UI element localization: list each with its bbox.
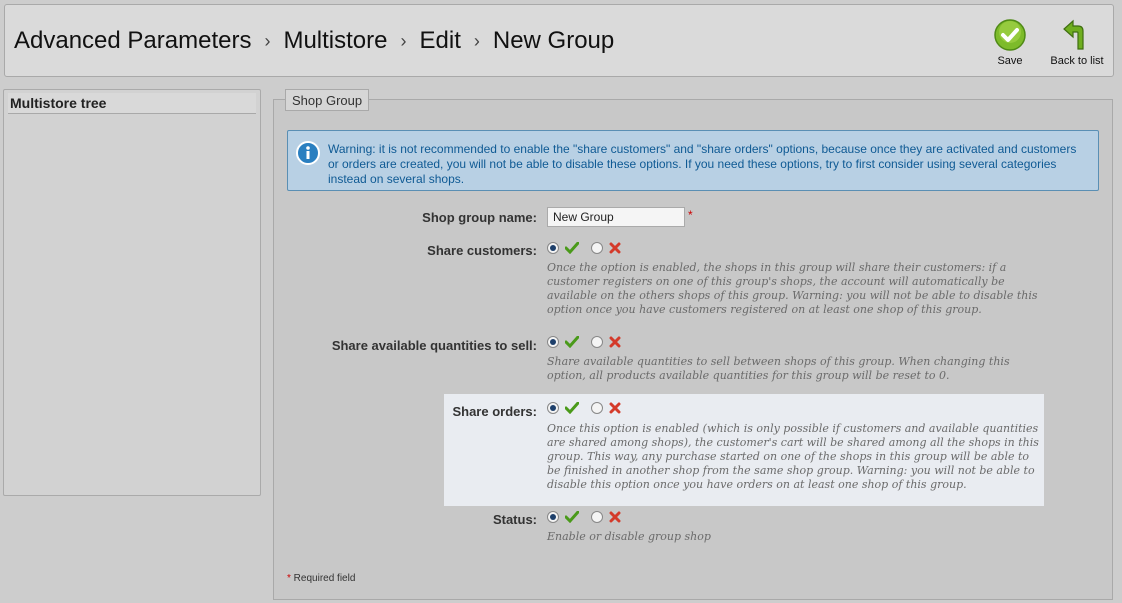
yes-check-icon bbox=[565, 402, 579, 414]
share-orders-label: Share orders: bbox=[452, 404, 537, 419]
warning-text: Warning: it is not recommended to enable… bbox=[328, 142, 1077, 186]
save-label: Save bbox=[997, 55, 1023, 67]
no-cross-icon bbox=[609, 402, 621, 414]
share-customers-radio-group bbox=[547, 242, 633, 254]
shop-group-name-label: Shop group name: bbox=[422, 210, 537, 225]
share-customers-label: Share customers: bbox=[427, 243, 537, 258]
back-arrow-icon bbox=[1063, 19, 1084, 50]
status-help: Enable or disable group shop bbox=[547, 530, 711, 543]
multistore-tree-panel: Multistore tree bbox=[3, 89, 261, 496]
share-quantities-no-radio[interactable] bbox=[591, 336, 603, 348]
share-orders-help: Once this option is enabled (which is on… bbox=[547, 422, 1039, 491]
breadcrumb-item[interactable]: Edit bbox=[420, 27, 461, 55]
breadcrumb-item[interactable]: Advanced Parameters bbox=[14, 27, 251, 55]
check-circle-icon bbox=[994, 19, 1026, 51]
status-label: Status: bbox=[492, 512, 537, 527]
required-mark: * bbox=[688, 208, 693, 222]
share-customers-help: Once the option is enabled, the shops in… bbox=[547, 261, 1038, 316]
back-label: Back to list bbox=[1050, 55, 1104, 67]
share-quantities-radio-group bbox=[547, 336, 633, 348]
share-orders-no-radio[interactable] bbox=[591, 402, 603, 414]
warning-box: Warning: it is not recommended to enable… bbox=[287, 130, 1099, 191]
page-title: New Group bbox=[492, 27, 615, 54]
yes-check-icon bbox=[565, 336, 579, 348]
yes-check-icon bbox=[565, 511, 579, 523]
status-no-radio[interactable] bbox=[591, 511, 603, 523]
breadcrumb-separator: › bbox=[400, 30, 407, 51]
breadcrumb-separator: › bbox=[264, 30, 271, 51]
info-icon bbox=[296, 141, 320, 165]
status-radio-group bbox=[547, 511, 633, 523]
share-quantities-yes-radio[interactable] bbox=[547, 336, 559, 348]
share-quantities-help: Share available quantities to sell betwe… bbox=[547, 355, 1010, 382]
breadcrumb-item[interactable]: Multistore bbox=[283, 27, 387, 55]
yes-check-icon bbox=[565, 242, 579, 254]
share-quantities-label: Share available quantities to sell: bbox=[331, 338, 537, 353]
tree-title: Multistore tree bbox=[8, 93, 256, 114]
breadcrumb-separator: › bbox=[473, 30, 480, 51]
required-note-text: Required field bbox=[290, 573, 356, 584]
shop-group-name-input[interactable] bbox=[547, 207, 685, 227]
fieldset-legend: Shop Group bbox=[285, 89, 370, 111]
share-customers-yes-radio[interactable] bbox=[547, 242, 559, 254]
share-customers-no-radio[interactable] bbox=[591, 242, 603, 254]
toolbar: Advanced Parameters › Multistore › Edit … bbox=[4, 4, 1114, 77]
status-yes-radio[interactable] bbox=[547, 511, 559, 523]
share-orders-radio-group bbox=[547, 402, 633, 414]
save-button[interactable]: Save bbox=[990, 19, 1030, 67]
no-cross-icon bbox=[609, 511, 621, 523]
breadcrumb: Advanced Parameters › Multistore › Edit … bbox=[14, 27, 614, 55]
no-cross-icon bbox=[609, 336, 621, 348]
share-orders-yes-radio[interactable] bbox=[547, 402, 559, 414]
back-to-list-button[interactable]: Back to list bbox=[1045, 19, 1109, 67]
no-cross-icon bbox=[609, 242, 621, 254]
required-field-note: * Required field bbox=[287, 573, 355, 584]
